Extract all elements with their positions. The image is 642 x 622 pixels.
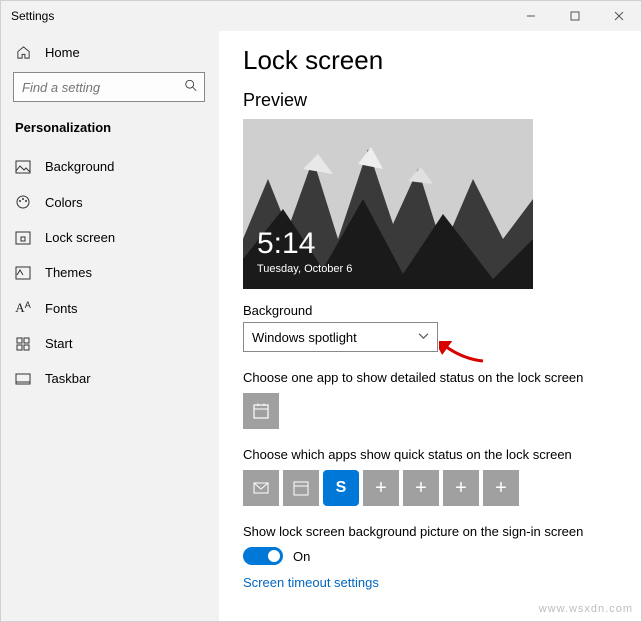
- quick-status-label: Choose which apps show quick status on t…: [243, 447, 617, 462]
- background-dropdown[interactable]: Windows spotlight: [243, 322, 438, 352]
- preview-heading: Preview: [243, 90, 617, 111]
- toggle-state: On: [293, 549, 310, 564]
- mail-icon: [252, 479, 270, 497]
- lock-screen-preview: 5:14 Tuesday, October 6: [243, 119, 533, 289]
- nav-label: Background: [45, 159, 114, 174]
- palette-icon: [15, 194, 31, 210]
- nav-colors[interactable]: Colors: [1, 184, 219, 220]
- fonts-icon: AA: [15, 300, 31, 316]
- nav-label: Taskbar: [45, 371, 91, 386]
- background-dropdown-label: Background: [243, 303, 617, 318]
- taskbar-icon: [15, 373, 31, 385]
- search-box[interactable]: [13, 72, 205, 102]
- detailed-status-label: Choose one app to show detailed status o…: [243, 370, 617, 385]
- quick-app-empty-1[interactable]: +: [363, 470, 399, 506]
- picture-icon: [15, 160, 31, 174]
- calendar-icon: [252, 402, 270, 420]
- plus-icon: +: [415, 477, 427, 500]
- calendar-icon: [292, 479, 310, 497]
- screen-timeout-link[interactable]: Screen timeout settings: [243, 575, 617, 590]
- detailed-app-slot[interactable]: [243, 393, 279, 429]
- quick-app-mail[interactable]: [243, 470, 279, 506]
- plus-icon: +: [455, 477, 467, 500]
- nav-themes[interactable]: Themes: [1, 255, 219, 290]
- home-label: Home: [45, 45, 80, 60]
- window-title: Settings: [11, 9, 54, 23]
- main-panel: Lock screen Preview 5:14 Tuesday, Octobe…: [219, 31, 641, 621]
- dropdown-value: Windows spotlight: [252, 330, 357, 345]
- watermark: www.wsxdn.com: [539, 603, 633, 615]
- lock-screen-icon: [15, 231, 31, 245]
- page-title: Lock screen: [243, 45, 617, 76]
- plus-icon: +: [375, 477, 387, 500]
- search-input[interactable]: [14, 73, 178, 101]
- search-icon: [184, 79, 198, 96]
- sidebar: Home Personalization Background Colors L…: [1, 31, 219, 621]
- home-icon: [15, 45, 31, 60]
- close-button[interactable]: [597, 1, 641, 31]
- quick-app-skype[interactable]: S: [323, 470, 359, 506]
- quick-app-empty-2[interactable]: +: [403, 470, 439, 506]
- nav-taskbar[interactable]: Taskbar: [1, 361, 219, 396]
- home-nav[interactable]: Home: [1, 37, 219, 68]
- layout: Home Personalization Background Colors L…: [1, 31, 641, 621]
- minimize-button[interactable]: [509, 1, 553, 31]
- plus-icon: +: [495, 477, 507, 500]
- chevron-down-icon: [418, 330, 429, 345]
- quick-app-empty-4[interactable]: +: [483, 470, 519, 506]
- quick-app-empty-3[interactable]: +: [443, 470, 479, 506]
- nav-label: Colors: [45, 195, 83, 210]
- section-header: Personalization: [1, 112, 219, 149]
- nav-label: Lock screen: [45, 230, 115, 245]
- nav-label: Fonts: [45, 301, 78, 316]
- nav-label: Themes: [45, 265, 92, 280]
- maximize-button[interactable]: [553, 1, 597, 31]
- nav-start[interactable]: Start: [1, 326, 219, 361]
- nav-lock-screen[interactable]: Lock screen: [1, 220, 219, 255]
- themes-icon: [15, 266, 31, 280]
- preview-date: Tuesday, October 6: [257, 263, 352, 275]
- signin-picture-toggle[interactable]: [243, 547, 283, 565]
- nav-background[interactable]: Background: [1, 149, 219, 184]
- start-icon: [15, 337, 31, 351]
- quick-app-calendar[interactable]: [283, 470, 319, 506]
- preview-time: 5:14: [257, 227, 315, 261]
- titlebar: Settings: [1, 1, 641, 31]
- skype-icon: S: [336, 479, 347, 497]
- signin-picture-label: Show lock screen background picture on t…: [243, 524, 617, 539]
- nav-fonts[interactable]: AA Fonts: [1, 290, 219, 326]
- nav-label: Start: [45, 336, 72, 351]
